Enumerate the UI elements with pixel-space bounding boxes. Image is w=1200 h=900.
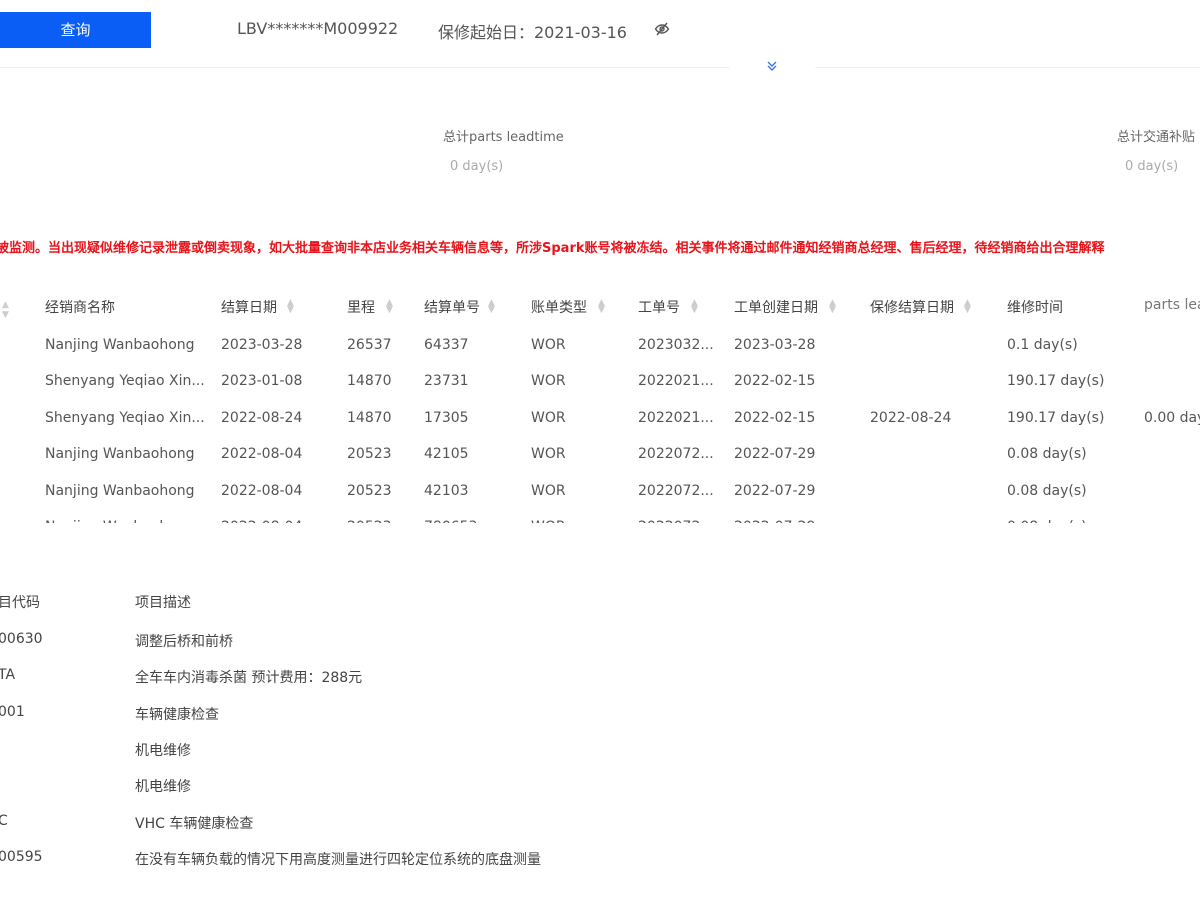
table-cell: 2022-08-24 (221, 409, 303, 426)
column-header[interactable]: 里程 (347, 297, 375, 317)
item-description: 机电维修 (135, 742, 191, 759)
table-cell: 20523 (347, 446, 392, 463)
table-cell: 2022-02-15 (734, 373, 816, 390)
table-cell: 26537 (347, 337, 392, 353)
table-cell: Nanjing Wanbaohong (45, 446, 195, 463)
sort-icon[interactable]: ▲ ▼ (964, 299, 971, 315)
table-cell: WOR (531, 373, 566, 390)
table-cell: Nanjing Wanbaohong (45, 482, 195, 499)
table-cell: 14870 (347, 373, 392, 390)
table-cell: 42103 (424, 482, 469, 499)
table-cell: 2023032... (638, 337, 714, 353)
table-cell: 23731 (424, 373, 469, 390)
sort-icon[interactable]: ▲ ▼ (829, 299, 836, 315)
table-cell: 2022-07-29 (734, 446, 816, 463)
item-description: 车辆健康检查 (135, 706, 219, 723)
column-header[interactable]: 结算日期 (221, 297, 277, 317)
item-description: 在没有车辆负载的情况下用高度测量进行四轮定位系统的底盘测量 (135, 851, 541, 868)
table-cell: 190.17 day(s) (1007, 373, 1105, 390)
sort-icon[interactable]: ▲ ▼ (598, 299, 605, 315)
table-cell: WOR (531, 519, 566, 523)
eye-slash-icon[interactable] (654, 21, 670, 41)
item-code: 00630 (0, 631, 43, 647)
table-cell: Shenyang Yeqiao Xin... (45, 373, 205, 390)
column-header: parts lea (1144, 297, 1200, 313)
table-cell: 2022-08-04 (221, 519, 302, 523)
column-header[interactable]: 工单创建日期 (734, 297, 818, 317)
column-header[interactable]: 工单号 (638, 297, 680, 317)
item-description: 全车车内消毒杀菌 预计费用：288元 (135, 670, 363, 687)
table-cell: 2022072... (638, 519, 714, 523)
table-cell: Nanjing Wanbaohong (45, 519, 195, 523)
table-cell: Nanjing Wanbaohong (45, 337, 195, 353)
item-code: C (0, 812, 8, 829)
table-cell: 0.00 day (1144, 409, 1200, 426)
summary-parts-leadtime-label: 总计parts leadtime (443, 130, 564, 145)
table-cell: WOR (531, 409, 566, 426)
column-header: 维修时间 (1007, 300, 1063, 316)
table-cell: 0.08 day(s) (1007, 519, 1087, 523)
table-cell: 20523 (347, 482, 392, 499)
table-cell: 2022-07-29 (734, 482, 816, 499)
table-cell: 2022021... (638, 409, 714, 426)
table-cell: 42105 (424, 446, 469, 463)
table-cell: 20523 (347, 519, 392, 523)
item-code: 001 (0, 703, 25, 720)
summary-traffic-subsidy-label: 总计交通补贴 (1117, 130, 1196, 145)
column-header[interactable]: 保修结算日期 (870, 297, 954, 317)
table-cell: 2022-08-04 (221, 482, 303, 499)
vin-text: LBV*******M009922 (237, 19, 399, 38)
table-cell: 2022072... (638, 482, 714, 499)
table-cell: 0.08 day(s) (1007, 446, 1087, 463)
column-header-item-description: 项目描述 (135, 595, 191, 611)
item-description: 调整后桥和前桥 (135, 634, 233, 650)
column-header[interactable]: 账单类型 (531, 297, 587, 317)
item-description: 机电维修 (135, 779, 191, 796)
table-cell: 2022072... (638, 446, 714, 463)
table-cell: WOR (531, 446, 566, 463)
table-cell: 780653 (424, 519, 477, 523)
sort-icon[interactable]: ▲ ▼ (287, 299, 294, 315)
column-header-item-code: 目代码 (0, 595, 40, 611)
records-table-body[interactable]: Nanjing Wanbaohong 2023-03-28 26537 64337 WO… (0, 330, 1200, 523)
table-cell: 2023-03-28 (221, 337, 303, 353)
sort-icon[interactable]: ▲ ▼ (2, 300, 9, 320)
summary-parts-leadtime-value: 0 day(s) (450, 159, 504, 174)
table-cell: 2022021... (638, 373, 714, 390)
table-cell: 14870 (347, 409, 392, 426)
item-description: VHC 车辆健康检查 (135, 815, 254, 832)
table-cell: 0.08 day(s) (1007, 482, 1087, 499)
column-header[interactable]: 结算单号 (424, 297, 480, 317)
divider (815, 67, 1200, 68)
divider (0, 67, 730, 68)
sort-icon[interactable]: ▲ ▼ (691, 299, 698, 315)
query-button[interactable]: 查询 (0, 12, 151, 48)
table-cell: 2022-08-24 (870, 409, 952, 426)
table-cell: WOR (531, 482, 566, 499)
sort-icon[interactable]: ▲ ▼ (488, 299, 495, 315)
warranty-start-date: 保修起始日：2021-03-16 (438, 23, 627, 42)
table-cell: 2022-02-15 (734, 409, 816, 426)
sort-icon[interactable]: ▲ ▼ (386, 299, 393, 315)
table-cell: 190.17 day(s) (1007, 409, 1105, 426)
table-cell: 64337 (424, 337, 469, 353)
item-code: 00595 (0, 848, 43, 865)
warning-message: 被监测。当出现疑似维修记录泄露或倒卖现象，如大批量查询非本店业务相关车辆信息等，… (0, 241, 1105, 256)
column-header: 经销商名称 (45, 300, 115, 316)
table-cell: 0.1 day(s) (1007, 337, 1078, 353)
table-cell: Shenyang Yeqiao Xin... (45, 409, 205, 426)
chevron-double-down-icon[interactable] (765, 58, 779, 77)
table-cell: 2022-08-04 (221, 446, 303, 463)
table-cell: 2023-03-28 (734, 337, 816, 353)
table-cell: 2022-07-29 (734, 519, 815, 523)
table-cell: WOR (531, 337, 566, 353)
table-cell: 2023-01-08 (221, 373, 303, 390)
item-code: TA (0, 667, 16, 684)
table-cell: 17305 (424, 409, 469, 426)
summary-traffic-subsidy-value: 0 day(s) (1125, 159, 1179, 174)
